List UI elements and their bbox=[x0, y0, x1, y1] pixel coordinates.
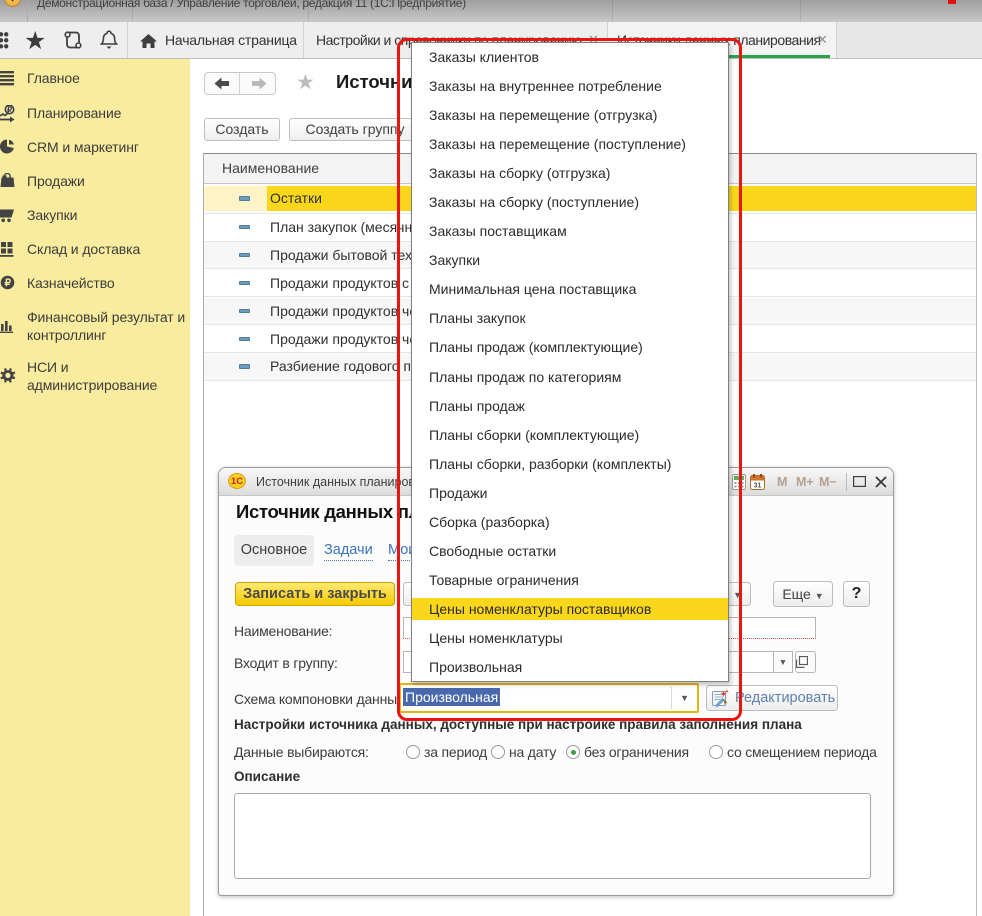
svg-text:31: 31 bbox=[754, 483, 762, 490]
svg-text:₽: ₽ bbox=[5, 278, 12, 289]
svg-text:₽: ₽ bbox=[7, 106, 12, 115]
